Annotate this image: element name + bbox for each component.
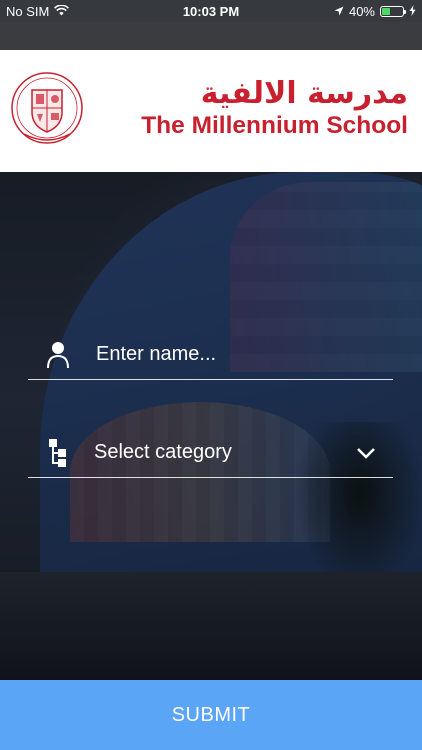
- category-select[interactable]: Select category: [28, 428, 393, 478]
- battery-icon: [380, 5, 406, 17]
- status-time: 10:03 PM: [182, 3, 240, 19]
- chevron-down-icon[interactable]: [351, 438, 381, 468]
- person-icon: [40, 337, 76, 373]
- location-arrow-icon: [334, 4, 344, 19]
- battery-level: [382, 7, 390, 15]
- wifi-icon: [54, 3, 70, 19]
- status-bar: No SIM 10:03 PM 40%: [0, 0, 422, 22]
- header-spacer: [0, 22, 422, 50]
- school-crest-logo: [11, 72, 83, 144]
- hierarchy-icon: [40, 435, 76, 471]
- school-name-english: The Millennium School: [141, 112, 408, 139]
- submit-button[interactable]: SUBMIT: [0, 680, 422, 750]
- name-field[interactable]: [28, 330, 393, 380]
- carrier-label: No SIM: [6, 3, 50, 19]
- name-input[interactable]: [96, 343, 356, 366]
- category-selected-value: Select category: [94, 441, 232, 463]
- battery-percent: 40%: [348, 3, 375, 19]
- school-header: مدرسة الالفية The Millennium School: [0, 50, 422, 172]
- charging-bolt-icon: [409, 4, 416, 19]
- school-name-arabic: مدرسة الالفية: [200, 76, 408, 111]
- background-photo: [0, 172, 422, 680]
